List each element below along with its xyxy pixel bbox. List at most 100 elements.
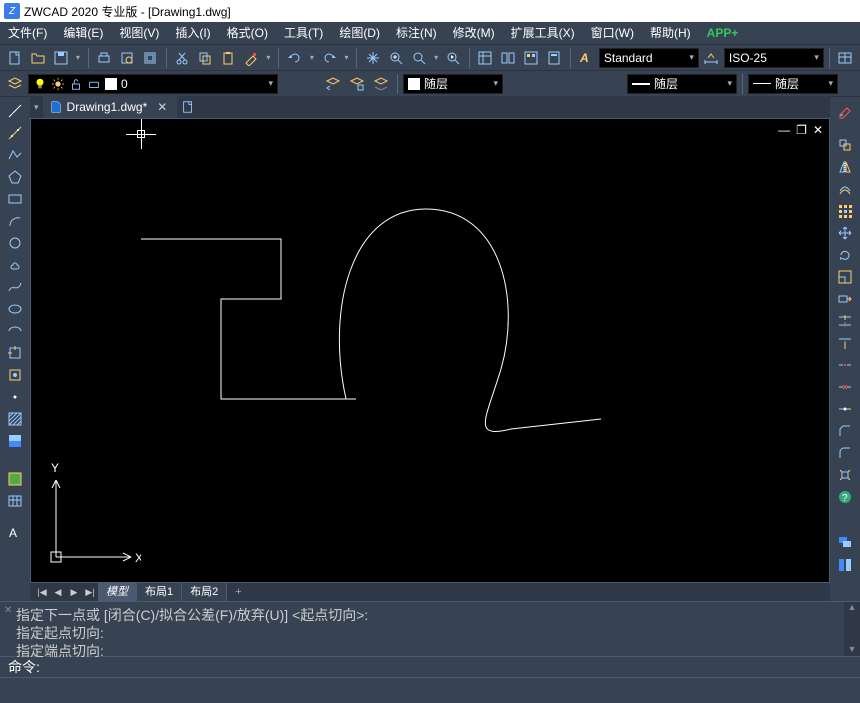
publish-button[interactable] [140, 47, 161, 69]
document-tab-close[interactable]: ✕ [157, 100, 167, 114]
zoom-realtime-button[interactable] [385, 47, 406, 69]
menu-help[interactable]: 帮助(H) [642, 22, 699, 44]
layer-combo[interactable]: 0 ▾ [28, 74, 278, 94]
menu-window[interactable]: 窗口(W) [583, 22, 642, 44]
undo-button[interactable] [284, 47, 305, 69]
spline-tool[interactable] [4, 277, 26, 297]
new-document-tab[interactable] [177, 96, 199, 118]
properties-button[interactable] [475, 47, 496, 69]
save-dropdown[interactable]: ▾ [73, 53, 83, 62]
region-tool[interactable] [4, 469, 26, 489]
layout-add-button[interactable]: + [227, 586, 249, 598]
document-tab[interactable]: Drawing1.dwg* ✕ [43, 96, 178, 118]
menu-dim[interactable]: 标注(N) [388, 22, 445, 44]
extend-tool[interactable] [834, 333, 856, 353]
offset-tool[interactable] [834, 179, 856, 199]
mirror-tool[interactable] [834, 157, 856, 177]
doc-tabs-prev[interactable]: ▾ [30, 102, 43, 113]
paste-button[interactable] [218, 47, 239, 69]
layout-tab-2[interactable]: 布局2 [182, 583, 227, 601]
block-create-tool[interactable] [4, 365, 26, 385]
cut-button[interactable] [172, 47, 193, 69]
line-tool[interactable] [4, 101, 26, 121]
print-button[interactable] [94, 47, 115, 69]
zoom-previous-button[interactable] [443, 47, 464, 69]
menu-app-plus[interactable]: APP+ [699, 22, 747, 44]
xline-tool[interactable] [4, 123, 26, 143]
command-input[interactable] [44, 659, 852, 675]
stretch-tool[interactable] [834, 289, 856, 309]
menu-insert[interactable]: 插入(I) [167, 22, 218, 44]
menu-express[interactable]: 扩展工具(X) [503, 22, 583, 44]
block-insert-tool[interactable] [4, 343, 26, 363]
match-properties-button[interactable] [241, 47, 262, 69]
menu-tools[interactable]: 工具(T) [276, 22, 331, 44]
help-button[interactable]: ? [834, 487, 856, 507]
copy-tool[interactable] [834, 135, 856, 155]
window-cascade-button[interactable] [834, 533, 856, 553]
trim-tool[interactable] [834, 311, 856, 331]
tool-palette-button[interactable] [521, 47, 542, 69]
circle-tool[interactable] [4, 233, 26, 253]
color-combo[interactable]: 随层 ▾ [403, 74, 503, 94]
new-file-button[interactable] [4, 47, 25, 69]
menu-file[interactable]: 文件(F) [0, 22, 55, 44]
zoom-dropdown[interactable]: ▾ [431, 53, 441, 62]
design-center-button[interactable] [498, 47, 519, 69]
copy-button[interactable] [195, 47, 216, 69]
redo-button[interactable] [319, 47, 340, 69]
print-preview-button[interactable] [117, 47, 138, 69]
menu-view[interactable]: 视图(V) [111, 22, 167, 44]
redo-dropdown[interactable]: ▾ [342, 53, 352, 62]
layout-nav-next[interactable]: ▶ [66, 584, 82, 600]
arc-tool[interactable] [4, 211, 26, 231]
table-style-button[interactable] [835, 47, 856, 69]
table-tool[interactable] [4, 491, 26, 511]
rectangle-tool[interactable] [4, 189, 26, 209]
layout-nav-first[interactable]: |◀ [34, 584, 50, 600]
revcloud-tool[interactable] [4, 255, 26, 275]
zoom-window-button[interactable] [408, 47, 429, 69]
drawing-canvas[interactable]: — ❐ ✕ Y X [30, 118, 830, 583]
menu-draw[interactable]: 绘图(D) [331, 22, 388, 44]
history-scrollbar[interactable]: ▲▼ [844, 602, 860, 656]
point-tool[interactable] [4, 387, 26, 407]
cmdhistory-close-icon[interactable]: ✕ [4, 604, 12, 617]
text-style-button[interactable]: A [576, 47, 597, 69]
break-tool[interactable] [834, 377, 856, 397]
lineweight-combo[interactable]: 随层 ▾ [748, 74, 838, 94]
rotate-tool[interactable] [834, 245, 856, 265]
linetype-combo[interactable]: 随层 ▾ [627, 74, 737, 94]
menu-format[interactable]: 格式(O) [219, 22, 276, 44]
menu-edit[interactable]: 编辑(E) [55, 22, 111, 44]
layer-previous-button[interactable] [322, 73, 344, 95]
array-tool[interactable] [834, 201, 856, 221]
join-tool[interactable] [834, 399, 856, 419]
ellipse-tool[interactable] [4, 299, 26, 319]
layout-tab-1[interactable]: 布局1 [137, 583, 182, 601]
chamfer-tool[interactable] [834, 421, 856, 441]
menu-modify[interactable]: 修改(M) [445, 22, 503, 44]
polyline-tool[interactable] [4, 145, 26, 165]
explode-tool[interactable] [834, 465, 856, 485]
window-tile-button[interactable] [834, 555, 856, 575]
dim-style-combo[interactable]: ISO-25 ▾ [724, 48, 824, 68]
layer-iso-button[interactable] [370, 73, 392, 95]
layer-manager-button[interactable] [4, 73, 26, 95]
calc-button[interactable] [544, 47, 565, 69]
text-style-combo[interactable]: Standard ▾ [599, 48, 699, 68]
fillet-tool[interactable] [834, 443, 856, 463]
layer-state-button[interactable] [346, 73, 368, 95]
scale-tool[interactable] [834, 267, 856, 287]
open-file-button[interactable] [27, 47, 48, 69]
pan-button[interactable] [362, 47, 383, 69]
move-tool[interactable] [834, 223, 856, 243]
mtext-tool[interactable]: A [4, 523, 26, 543]
undo-dropdown[interactable]: ▾ [307, 53, 317, 62]
matchprops-dropdown[interactable]: ▾ [264, 53, 274, 62]
polygon-tool[interactable] [4, 167, 26, 187]
layout-nav-prev[interactable]: ◀ [50, 584, 66, 600]
layout-nav-last[interactable]: ▶| [82, 584, 98, 600]
save-button[interactable] [50, 47, 71, 69]
layout-tab-model[interactable]: 模型 [98, 583, 137, 601]
